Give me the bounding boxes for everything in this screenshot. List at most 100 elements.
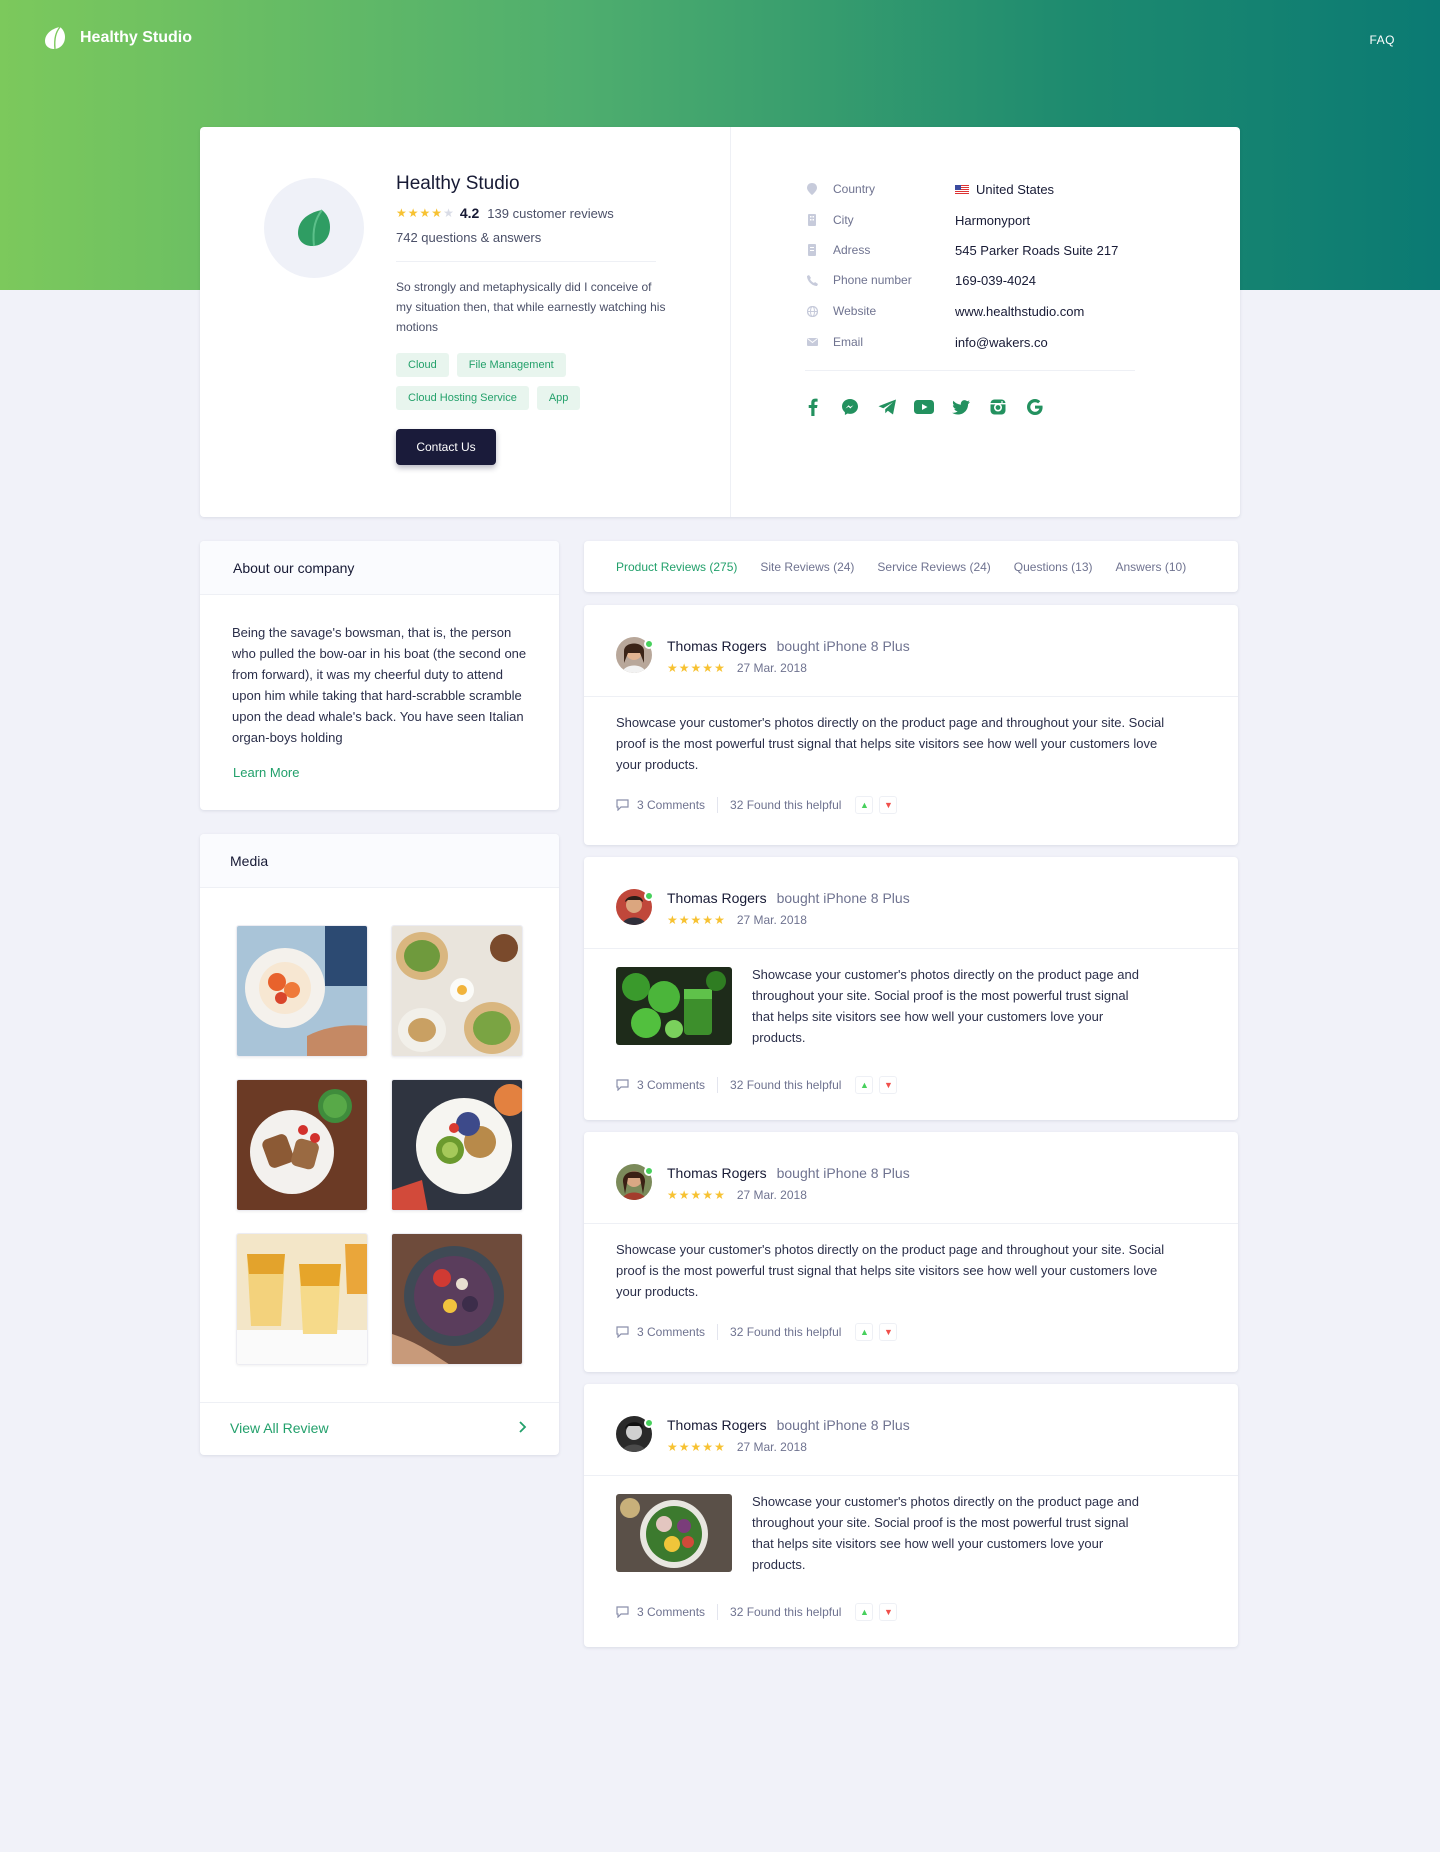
telegram-icon[interactable]	[877, 397, 897, 417]
location-pin-icon	[805, 183, 819, 195]
comments-link[interactable]: 3 Comments	[637, 1078, 705, 1092]
review-actions: 3 Comments 32 Found this helpful ▲ ▼	[616, 1323, 898, 1341]
helpful-count: 32 Found this helpful	[730, 1078, 842, 1092]
reviewer-name[interactable]: Thomas Rogers	[667, 1417, 767, 1433]
tab-answers[interactable]: Answers (10)	[1116, 560, 1187, 574]
divider	[200, 1402, 559, 1403]
review-date: 27 Mar. 2018	[736, 1188, 807, 1202]
learn-more-link[interactable]: Learn More	[233, 765, 299, 780]
star-icon: ★	[419, 206, 431, 220]
youtube-icon[interactable]	[914, 397, 934, 417]
divider	[717, 797, 719, 813]
tag[interactable]: Cloud Hosting Service	[396, 386, 529, 410]
thumbs-down-icon[interactable]: ▼	[879, 1076, 898, 1094]
tag[interactable]: App	[536, 386, 581, 410]
media-thumbnail[interactable]	[236, 1233, 368, 1365]
avatar[interactable]	[616, 1416, 654, 1452]
star-icon: ★	[667, 661, 678, 675]
thumbs-down-icon[interactable]: ▼	[879, 796, 898, 814]
star-icon: ★	[690, 1440, 702, 1454]
messenger-icon[interactable]	[840, 397, 860, 417]
thumbs-up-icon[interactable]: ▲	[855, 1076, 874, 1094]
divider	[584, 1475, 1238, 1476]
comment-icon	[616, 799, 629, 811]
rating-stars: ★ ★ ★ ★ ★	[396, 207, 454, 219]
facebook-icon[interactable]	[803, 397, 823, 417]
twitter-icon[interactable]	[951, 397, 971, 417]
instagram-icon[interactable]	[988, 397, 1008, 417]
info-label: Email	[833, 335, 864, 349]
thumbs-up-icon[interactable]: ▲	[855, 796, 874, 814]
comments-link[interactable]: 3 Comments	[637, 1325, 705, 1339]
star-icon: ★	[431, 206, 443, 220]
about-title: About our company	[200, 541, 559, 595]
review-meta: ★ ★ ★ ★ ★ 27 Mar. 2018	[667, 1440, 807, 1454]
review-meta: ★ ★ ★ ★ ★ 27 Mar. 2018	[667, 1188, 807, 1202]
brand-logo-link[interactable]: Healthy Studio	[44, 26, 192, 50]
comments-link[interactable]: 3 Comments	[637, 798, 705, 812]
leaf-logo-icon	[298, 209, 330, 247]
tab-questions[interactable]: Questions (13)	[1014, 560, 1093, 574]
online-status-dot	[644, 891, 654, 901]
reviewer-name[interactable]: Thomas Rogers	[667, 890, 767, 906]
avatar[interactable]	[616, 1164, 654, 1200]
phone-value[interactable]: 169-039-4024	[955, 273, 1036, 288]
tab-service-reviews[interactable]: Service Reviews (24)	[877, 560, 990, 574]
media-grid	[236, 925, 523, 1365]
thumbs-up-icon[interactable]: ▲	[855, 1603, 874, 1621]
divider	[805, 370, 1135, 371]
media-thumbnail[interactable]	[236, 925, 368, 1057]
rating-stars: ★ ★ ★ ★ ★	[667, 1441, 725, 1453]
review-card: Thomas Rogers bought iPhone 8 Plus ★ ★ ★ ★ ★ …	[584, 857, 1238, 1120]
divider	[717, 1077, 719, 1093]
review-photo[interactable]	[616, 1494, 732, 1572]
reviews-count[interactable]: 139 customer reviews	[487, 206, 613, 221]
helpful-count: 32 Found this helpful	[730, 1605, 842, 1619]
purchase-info: bought iPhone 8 Plus	[776, 890, 910, 906]
review-photo[interactable]	[616, 967, 732, 1045]
tag[interactable]: Cloud	[396, 353, 449, 377]
star-icon: ★	[407, 206, 419, 220]
city-value: Harmonyport	[955, 212, 1031, 228]
info-value: United States	[955, 182, 1054, 197]
media-thumbnail[interactable]	[391, 1233, 523, 1365]
star-icon: ★	[714, 1188, 725, 1202]
google-icon[interactable]	[1025, 397, 1045, 417]
star-icon: ★	[714, 913, 725, 927]
tab-site-reviews[interactable]: Site Reviews (24)	[760, 560, 854, 574]
thumbs-down-icon[interactable]: ▼	[879, 1323, 898, 1341]
reviewer-name[interactable]: Thomas Rogers	[667, 638, 767, 654]
info-row-address: Adress 545 Parker Roads Suite 217	[805, 240, 1205, 260]
review-text: Showcase your customer's photos directly…	[616, 1242, 1165, 1299]
info-row-email: Email info@wakers.co	[805, 332, 1205, 352]
rating-stars: ★ ★ ★ ★ ★	[667, 1189, 725, 1201]
comments-link[interactable]: 3 Comments	[637, 1605, 705, 1619]
contact-us-button[interactable]: Contact Us	[396, 429, 496, 465]
chevron-right-icon[interactable]	[519, 1420, 527, 1434]
online-status-dot	[644, 1418, 654, 1428]
star-icon: ★	[667, 1440, 678, 1454]
tab-product-reviews[interactable]: Product Reviews (275)	[616, 560, 737, 574]
media-thumbnail[interactable]	[236, 1079, 368, 1211]
qa-count[interactable]: 742 questions & answers	[396, 230, 541, 245]
star-icon: ★	[690, 913, 702, 927]
info-label: Phone number	[833, 273, 912, 287]
website-value[interactable]: www.healthstudio.com	[955, 304, 1084, 319]
review-actions: 3 Comments 32 Found this helpful ▲ ▼	[616, 796, 898, 814]
online-status-dot	[644, 639, 654, 649]
media-thumbnail[interactable]	[391, 1079, 523, 1211]
faq-link[interactable]: FAQ	[1369, 33, 1395, 47]
star-icon: ★	[702, 1188, 714, 1202]
thumbs-up-icon[interactable]: ▲	[855, 1323, 874, 1341]
thumbs-down-icon[interactable]: ▼	[879, 1603, 898, 1621]
avatar[interactable]	[616, 889, 654, 925]
avatar[interactable]	[616, 637, 654, 673]
media-thumbnail[interactable]	[391, 925, 523, 1057]
reviewer-name[interactable]: Thomas Rogers	[667, 1165, 767, 1181]
view-all-review-link[interactable]: View All Review	[230, 1420, 329, 1436]
tag-list: Cloud File Management Cloud Hosting Serv…	[396, 353, 676, 410]
star-icon: ★	[678, 661, 690, 675]
company-avatar	[264, 178, 364, 278]
email-value[interactable]: info@wakers.co	[955, 335, 1048, 350]
tag[interactable]: File Management	[456, 353, 566, 377]
